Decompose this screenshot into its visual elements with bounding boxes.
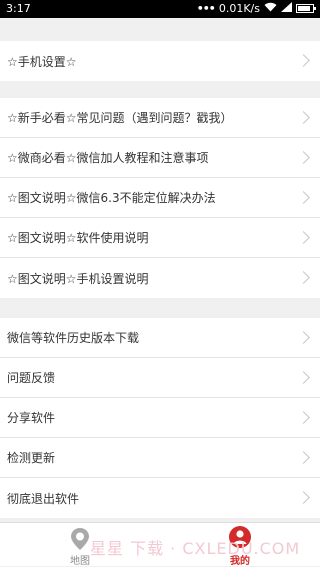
list-item-label: ☆图文说明☆手机设置说明 (7, 271, 149, 286)
battery-icon (296, 4, 316, 13)
list-item-label: ☆图文说明☆软件使用说明 (7, 231, 149, 245)
chevron-right-icon (297, 371, 310, 384)
list-item-label: 分享软件 (7, 411, 56, 425)
wifi-icon (264, 2, 277, 15)
misc-section: 微信等软件历史版本下载 问题反馈 分享软件 检测更新 彻底退出软件 (0, 318, 320, 518)
chevron-right-icon (297, 331, 310, 344)
chevron-right-icon (297, 111, 310, 124)
list-item-wechat-tutorial[interactable]: ☆微商必看☆微信加人教程和注意事项 (0, 138, 320, 178)
list-item-label: 问题反馈 (7, 371, 56, 385)
list-item-label: 彻底退出软件 (7, 491, 80, 506)
list-item-label: 检测更新 (7, 451, 56, 465)
signal-icon (281, 2, 292, 15)
chevron-right-icon (297, 491, 310, 504)
watermark-text: 星星 下载 · CXLEDU.COM (90, 539, 301, 558)
list-item-label: ☆微商必看☆微信加人教程和注意事项 (7, 151, 209, 165)
chevron-right-icon (297, 451, 310, 464)
list-item-feedback[interactable]: 问题反馈 (0, 358, 320, 398)
chevron-right-icon (297, 191, 310, 204)
list-item-label: ☆图文说明☆微信6.3不能定位解决办法 (7, 191, 216, 205)
chevron-right-icon (297, 271, 310, 284)
list-item-label: ☆新手必看☆常见问题（遇到问题？戳我） (7, 111, 233, 125)
list-item-phone-settings[interactable]: ☆手机设置☆ (0, 41, 320, 81)
list-item-share[interactable]: 分享软件 (0, 398, 320, 438)
settings-section: ☆手机设置☆ (0, 41, 320, 81)
status-time: 3:17 (6, 2, 31, 15)
network-speed: 0.01K/s (218, 2, 260, 15)
chevron-right-icon (297, 54, 310, 67)
status-right: ••• 0.01K/s (196, 2, 316, 15)
list-item-label: 微信等软件历史版本下载 (7, 331, 140, 345)
list-item-check-update[interactable]: 检测更新 (0, 438, 320, 478)
list-item-label: ☆手机设置☆ (7, 54, 77, 69)
status-bar: 3:17 ••• 0.01K/s (0, 0, 320, 18)
map-pin-icon (71, 528, 89, 550)
list-item-location-fix[interactable]: ☆图文说明☆微信6.3不能定位解决办法 (0, 178, 320, 218)
list-item-faq[interactable]: ☆新手必看☆常见问题（遇到问题？戳我） (0, 98, 320, 138)
chevron-right-icon (297, 151, 310, 164)
list-item-exit[interactable]: 彻底退出软件 (0, 478, 320, 518)
list-item-software-guide[interactable]: ☆图文说明☆软件使用说明 (0, 218, 320, 258)
chevron-right-icon (297, 411, 310, 424)
more-dots-icon: ••• (196, 2, 216, 15)
list-item-history-download[interactable]: 微信等软件历史版本下载 (0, 318, 320, 358)
chevron-right-icon (297, 231, 310, 244)
list-item-phone-guide[interactable]: ☆图文说明☆手机设置说明 (0, 258, 320, 298)
guide-section: ☆新手必看☆常见问题（遇到问题？戳我） ☆微商必看☆微信加人教程和注意事项 ☆图… (0, 98, 320, 298)
